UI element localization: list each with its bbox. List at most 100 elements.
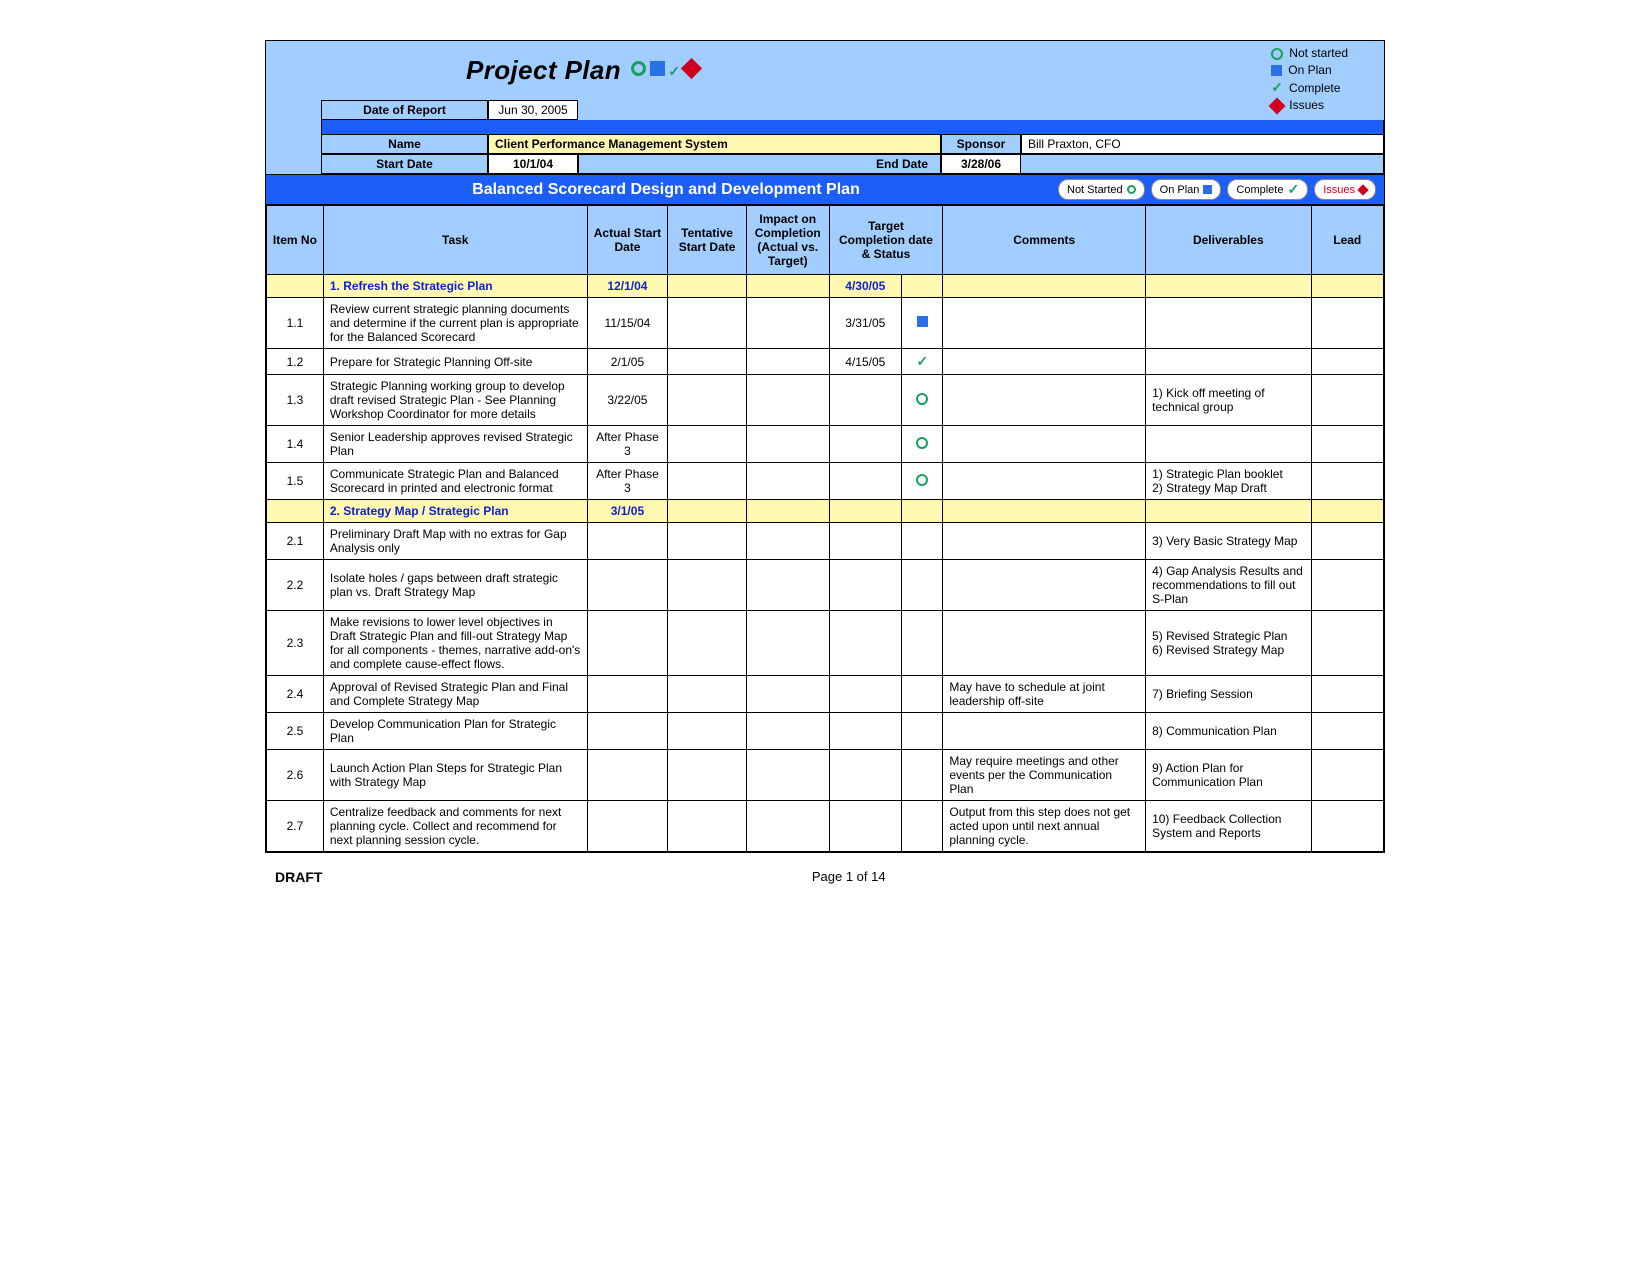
cell-comments <box>943 560 1146 611</box>
section-date: 3/1/05 <box>587 500 668 523</box>
square-icon <box>1203 185 1212 194</box>
pill-not-started[interactable]: Not Started <box>1058 179 1145 200</box>
cell-status <box>902 801 943 852</box>
table-row: 2.4Approval of Revised Strategic Plan an… <box>267 676 1384 713</box>
cell-comments: May have to schedule at joint leadership… <box>943 676 1146 713</box>
cell-lead <box>1311 801 1383 852</box>
project-plan-sheet: Not started On Plan Complete Issues Proj… <box>265 40 1385 853</box>
cell-task: Communicate Strategic Plan and Balanced … <box>323 463 587 500</box>
cell-actual <box>587 523 668 560</box>
cell-lead <box>1311 463 1383 500</box>
col-comments: Comments <box>943 206 1146 275</box>
title-row: Project Plan <box>266 45 1384 100</box>
table-row: 1.5Communicate Strategic Plan and Balanc… <box>267 463 1384 500</box>
cell-deliverables: 3) Very Basic Strategy Map <box>1146 523 1311 560</box>
cell-target <box>829 426 901 463</box>
cell-lead <box>1311 426 1383 463</box>
cell-task: Centralize feedback and comments for nex… <box>323 801 587 852</box>
cell-comments: Output from this step does not get acted… <box>943 801 1146 852</box>
cell-task: Isolate holes / gaps between draft strat… <box>323 560 587 611</box>
cell-target <box>829 560 901 611</box>
cell-tentative <box>668 349 747 375</box>
cell-lead <box>1311 349 1383 375</box>
cell-deliverables: 9) Action Plan for Communication Plan <box>1146 750 1311 801</box>
section-target: 4/30/05 <box>829 275 901 298</box>
cell-tentative <box>668 523 747 560</box>
status-pills: Not Started On Plan Complete Issues <box>1058 179 1376 200</box>
cell-actual <box>587 750 668 801</box>
section-target <box>829 500 901 523</box>
pill-complete[interactable]: Complete <box>1227 179 1308 200</box>
cell-impact <box>746 713 829 750</box>
cell-tentative <box>668 463 747 500</box>
footer: DRAFT Page 1 of 14 <box>265 869 1385 885</box>
pill-on-plan[interactable]: On Plan <box>1151 179 1222 200</box>
cell-deliverables <box>1146 298 1311 349</box>
cell-status <box>902 611 943 676</box>
cell-deliverables: 1) Strategic Plan booklet2) Strategy Map… <box>1146 463 1311 500</box>
table-row: 2.5Develop Communication Plan for Strate… <box>267 713 1384 750</box>
cell-deliverables: 8) Communication Plan <box>1146 713 1311 750</box>
cell-target: 4/15/05 <box>829 349 901 375</box>
cell-impact <box>746 426 829 463</box>
check-icon <box>1271 79 1283 97</box>
cell-deliverables: 10) Feedback Collection System and Repor… <box>1146 801 1311 852</box>
cell-comments <box>943 523 1146 560</box>
section-row: 1. Refresh the Strategic Plan12/1/044/30… <box>267 275 1384 298</box>
cell-actual <box>587 676 668 713</box>
cell-impact <box>746 676 829 713</box>
circle-icon <box>916 437 928 449</box>
section-date: 12/1/04 <box>587 275 668 298</box>
col-actual-start: Actual Start Date <box>587 206 668 275</box>
cell-target <box>829 750 901 801</box>
cell-actual: After Phase 3 <box>587 426 668 463</box>
cell-impact <box>746 560 829 611</box>
cell-lead <box>1311 713 1383 750</box>
cell-target <box>829 801 901 852</box>
page-title: Project Plan <box>466 55 621 86</box>
square-icon <box>650 61 665 76</box>
cell-target <box>829 611 901 676</box>
cell-comments <box>943 463 1146 500</box>
legend: Not started On Plan Complete Issues <box>1271 45 1348 114</box>
cell-actual <box>587 801 668 852</box>
cell-item: 1.5 <box>267 463 324 500</box>
pill-issues[interactable]: Issues <box>1314 179 1376 200</box>
cell-tentative <box>668 426 747 463</box>
cell-tentative <box>668 298 747 349</box>
cell-task: Make revisions to lower level objectives… <box>323 611 587 676</box>
cell-deliverables: 5) Revised Strategic Plan6) Revised Stra… <box>1146 611 1311 676</box>
table-row: 2.7Centralize feedback and comments for … <box>267 801 1384 852</box>
cell-task: Launch Action Plan Steps for Strategic P… <box>323 750 587 801</box>
cell-impact <box>746 349 829 375</box>
cell-item: 2.3 <box>267 611 324 676</box>
cell-status <box>902 676 943 713</box>
cell-target <box>829 676 901 713</box>
cell-comments <box>943 426 1146 463</box>
col-lead: Lead <box>1311 206 1383 275</box>
diamond-icon <box>1269 97 1286 114</box>
title-icons <box>631 60 699 81</box>
cell-item: 2.1 <box>267 523 324 560</box>
cell-tentative <box>668 375 747 426</box>
cell-deliverables: 4) Gap Analysis Results and recommendati… <box>1146 560 1311 611</box>
table-row: 1.4Senior Leadership approves revised St… <box>267 426 1384 463</box>
section-title: Balanced Scorecard Design and Developmen… <box>274 181 1058 199</box>
cell-status <box>902 523 943 560</box>
cell-item: 2.2 <box>267 560 324 611</box>
circle-icon <box>631 61 646 76</box>
header-banner: Not started On Plan Complete Issues Proj… <box>266 41 1384 174</box>
section-label: 2. Strategy Map / Strategic Plan <box>323 500 587 523</box>
section-row: 2. Strategy Map / Strategic Plan3/1/05 <box>267 500 1384 523</box>
cell-item: 2.6 <box>267 750 324 801</box>
cell-status <box>902 375 943 426</box>
diamond-icon <box>681 58 702 79</box>
circle-icon <box>916 393 928 405</box>
cell-tentative <box>668 560 747 611</box>
header-row: Item No Task Actual Start Date Tentative… <box>267 206 1384 275</box>
cell-deliverables: 7) Briefing Session <box>1146 676 1311 713</box>
cell-lead <box>1311 375 1383 426</box>
cell-comments <box>943 349 1146 375</box>
cell-tentative <box>668 676 747 713</box>
date-of-report: Jun 30, 2005 <box>488 100 578 120</box>
